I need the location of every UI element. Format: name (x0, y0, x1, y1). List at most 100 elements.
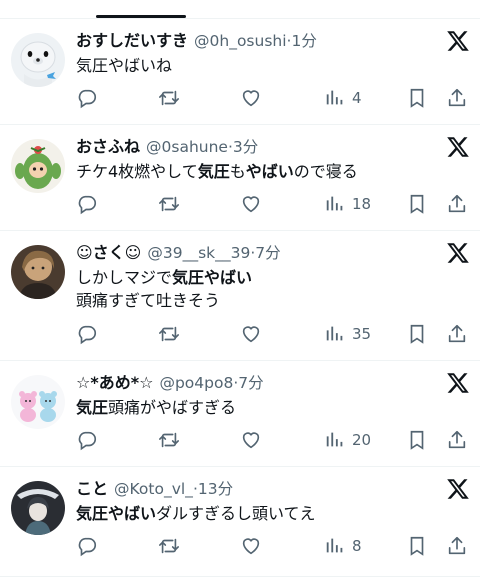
tweet-text: 気圧やばいね (76, 54, 468, 77)
bears-avatar-icon[interactable] (11, 375, 65, 429)
tweet-actions: 8 (76, 534, 468, 558)
tweet-text-run: ので寝る (293, 162, 358, 181)
like-button[interactable] (240, 428, 262, 452)
tweet-text: 気圧頭痛がやばすぎる (76, 396, 468, 419)
display-name[interactable]: ☆*あめ*☆ (76, 371, 153, 395)
views-count: 18 (352, 195, 372, 213)
reply-icon (78, 325, 97, 345)
tweet-header: ☆*あめ*☆ @po4po8 ·7分 (76, 371, 468, 395)
bookmark-icon (410, 324, 424, 344)
bookmark-button[interactable] (406, 428, 428, 452)
views-button[interactable]: 8 (324, 534, 362, 558)
tweet[interactable]: こと @Koto_vl_ ·13分 気圧やばいダルすぎるし頭いてえ 8 (0, 467, 480, 577)
like-button[interactable] (240, 534, 262, 558)
retweet-icon (159, 432, 179, 448)
bookmark-button[interactable] (406, 86, 428, 110)
heart-icon (242, 90, 260, 107)
bookmark-button[interactable] (406, 192, 428, 216)
bookmark-button[interactable] (406, 322, 428, 346)
reply-button[interactable] (76, 322, 98, 346)
retweet-button[interactable] (158, 86, 180, 110)
x-logo-icon (446, 371, 470, 395)
retweet-icon (159, 196, 179, 212)
retweet-button[interactable] (158, 534, 180, 558)
tweet-text-run: 頭痛すぎて吐きそう (76, 291, 221, 310)
views-button[interactable]: 18 (324, 192, 371, 216)
reply-button[interactable] (76, 192, 98, 216)
share-button[interactable] (446, 322, 468, 346)
views-count: 35 (352, 325, 372, 343)
tweet-header: ☺︎さく☺︎ @39__sk__39 ·7分 (76, 241, 468, 265)
x-logo-icon (446, 135, 470, 159)
user-handle[interactable]: @po4po8 (159, 371, 233, 395)
tweet-header: こと @Koto_vl_ ·13分 (76, 477, 468, 501)
user-handle[interactable]: @0h_osushi (194, 29, 287, 53)
tweet-actions: 18 (76, 192, 468, 216)
highlighted-keyword: 気圧やばい (172, 268, 253, 287)
tweet[interactable]: ☺︎さく☺︎ @39__sk__39 ·7分 しかしマジで気圧やばい 頭痛すぎて吐… (0, 231, 480, 361)
tweet-content: おすしだいすき @0h_osushi ·1分 気圧やばいね (76, 29, 468, 77)
views-button[interactable]: 4 (324, 86, 362, 110)
timestamp[interactable]: ·3分 (228, 135, 258, 159)
user-handle[interactable]: @0sahune (146, 135, 228, 159)
user-handle[interactable]: @Koto_vl_ (114, 477, 193, 501)
tweet[interactable]: ☆*あめ*☆ @po4po8 ·7分 気圧頭痛がやばすぎる 20 (0, 361, 480, 467)
tweet-text: チケ4枚燃やして気圧もやばいので寝る (76, 160, 468, 183)
tweet[interactable]: おすしだいすき @0h_osushi ·1分 気圧やばいね 4 (0, 19, 480, 125)
tweet[interactable]: おさふね @0sahune ·3分 チケ4枚燃やして気圧もやばいので寝る 18 (0, 125, 480, 231)
views-count: 8 (352, 537, 362, 555)
heart-icon (242, 432, 260, 449)
share-icon (448, 88, 466, 107)
reply-button[interactable] (76, 534, 98, 558)
highlighted-keyword: やばい (245, 162, 294, 181)
reply-button[interactable] (76, 428, 98, 452)
tweet-actions: 4 (76, 86, 468, 110)
reply-icon (78, 537, 97, 557)
share-icon (448, 194, 466, 213)
share-button[interactable] (446, 534, 468, 558)
timestamp[interactable]: ·13分 (193, 477, 233, 501)
person-avatar-icon[interactable] (11, 245, 65, 299)
tweet-content: ☆*あめ*☆ @po4po8 ·7分 気圧頭痛がやばすぎる (76, 371, 468, 419)
seal-avatar-icon[interactable] (11, 33, 65, 87)
analytics-icon (326, 196, 343, 211)
retweet-button[interactable] (158, 322, 180, 346)
like-button[interactable] (240, 86, 262, 110)
cactus-avatar-icon[interactable] (11, 139, 65, 193)
bookmark-icon (410, 88, 424, 108)
like-button[interactable] (240, 322, 262, 346)
tweet-text-run: ダルすぎるし頭いてえ (156, 504, 316, 523)
analytics-icon (326, 432, 343, 447)
reply-icon (78, 431, 97, 451)
reply-button[interactable] (76, 86, 98, 110)
timestamp[interactable]: ·7分 (250, 241, 280, 265)
timestamp[interactable]: ·1分 (287, 29, 317, 53)
tweet-content: おさふね @0sahune ·3分 チケ4枚燃やして気圧もやばいので寝る (76, 135, 468, 183)
views-count: 20 (352, 431, 372, 449)
display-name[interactable]: ☺︎さく☺︎ (76, 241, 141, 265)
heart-icon (242, 538, 260, 555)
anime-avatar-icon[interactable] (11, 481, 65, 535)
bookmark-button[interactable] (406, 534, 428, 558)
share-button[interactable] (446, 86, 468, 110)
display-name[interactable]: こと (76, 477, 108, 501)
retweet-button[interactable] (158, 192, 180, 216)
user-handle[interactable]: @39__sk__39 (147, 241, 250, 265)
like-button[interactable] (240, 192, 262, 216)
share-button[interactable] (446, 192, 468, 216)
views-button[interactable]: 20 (324, 428, 371, 452)
share-button[interactable] (446, 428, 468, 452)
tweet-text-run: チケ4枚燃やして (76, 162, 198, 181)
tweet-text: 気圧やばいダルすぎるし頭いてえ (76, 502, 468, 525)
tweet-text-run: も (229, 162, 246, 181)
display-name[interactable]: おさふね (76, 135, 140, 159)
bookmark-icon (410, 430, 424, 450)
display-name[interactable]: おすしだいすき (76, 29, 188, 53)
share-icon (448, 536, 466, 555)
retweet-button[interactable] (158, 428, 180, 452)
views-button[interactable]: 35 (324, 322, 371, 346)
x-logo-icon (446, 241, 470, 265)
views-count: 4 (352, 89, 362, 107)
bookmark-icon (410, 194, 424, 214)
timestamp[interactable]: ·7分 (233, 371, 263, 395)
